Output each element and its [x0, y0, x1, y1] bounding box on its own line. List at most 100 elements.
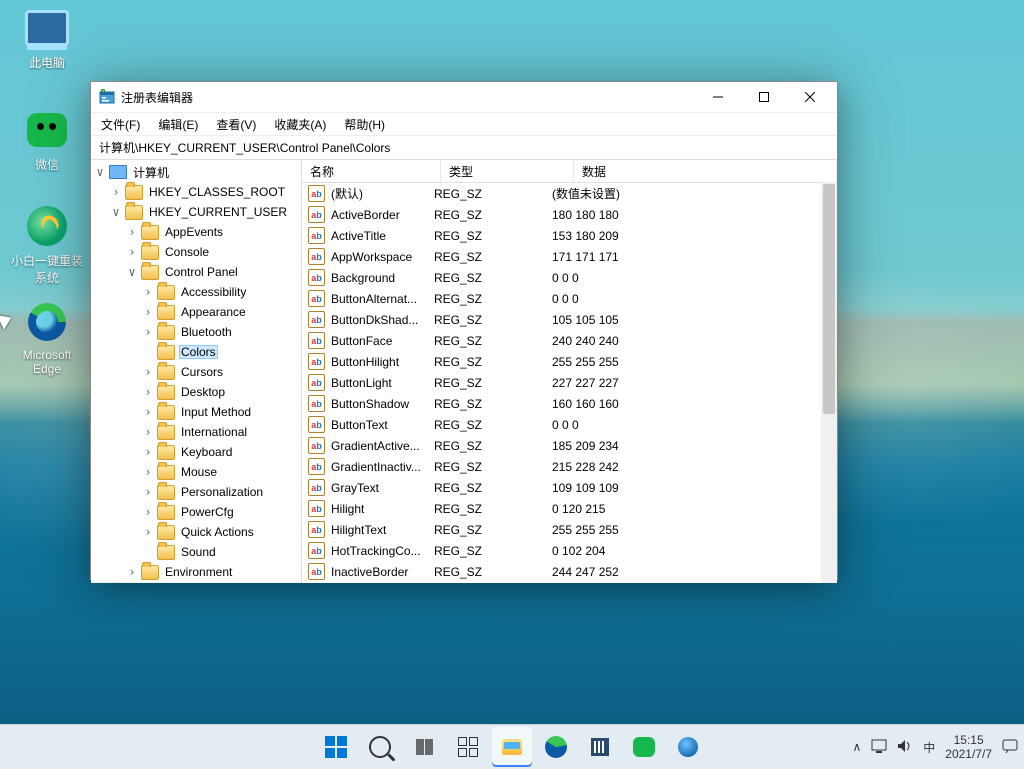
list-row[interactable]: abButtonDkShad...REG_SZ105 105 105	[302, 309, 837, 330]
tree-item[interactable]: ›Mouse	[91, 462, 301, 482]
desktop-icon-wechat[interactable]: 微信	[10, 108, 84, 173]
list-row[interactable]: abAppWorkspaceREG_SZ171 171 171	[302, 246, 837, 267]
tree-item[interactable]: ›Personalization	[91, 482, 301, 502]
titlebar[interactable]: 注册表编辑器	[91, 82, 837, 113]
expand-icon[interactable]: ›	[125, 565, 139, 579]
list-row[interactable]: abBackgroundREG_SZ0 0 0	[302, 267, 837, 288]
wechat-button[interactable]	[624, 727, 664, 767]
tree-item[interactable]: ›Console	[91, 242, 301, 262]
list-row[interactable]: abGradientInactiv...REG_SZ215 228 242	[302, 456, 837, 477]
col-type[interactable]: 类型	[441, 160, 574, 182]
expand-icon[interactable]: ›	[125, 245, 139, 259]
tree-item[interactable]: ›Desktop	[91, 382, 301, 402]
expand-icon[interactable]: ›	[141, 525, 155, 539]
list-vscrollbar[interactable]	[821, 182, 837, 583]
tree-pane[interactable]: ∨ 计算机 › HKEY_CLASSES_ROOT ∨ HKEY_CURRENT…	[91, 160, 302, 583]
list-row[interactable]: abGrayTextREG_SZ109 109 109	[302, 477, 837, 498]
list-row[interactable]: ab(默认)REG_SZ(数值未设置)	[302, 183, 837, 204]
expand-icon[interactable]: ›	[141, 425, 155, 439]
menu-file[interactable]: 文件(F)	[101, 116, 140, 133]
col-name[interactable]: 名称	[302, 160, 441, 182]
collapse-icon[interactable]: ∨	[109, 205, 123, 219]
list-row[interactable]: abButtonFaceREG_SZ240 240 240	[302, 330, 837, 351]
tray-notifications-icon[interactable]	[1002, 739, 1018, 756]
tree-item[interactable]: Colors	[91, 342, 301, 362]
menu-edit[interactable]: 编辑(E)	[158, 116, 198, 133]
tree-item[interactable]: ›Quick Actions	[91, 522, 301, 542]
desktop-icon-edge[interactable]: Microsoft Edge	[10, 300, 84, 376]
tree-item[interactable]: ›AppEvents	[91, 222, 301, 242]
close-button[interactable]	[787, 82, 833, 112]
desktop-icon-reinstall-tool[interactable]: 小白一键重装 系统	[10, 204, 84, 286]
tree-item[interactable]: ›PowerCfg	[91, 502, 301, 522]
explorer-button[interactable]	[492, 727, 532, 767]
expand-icon[interactable]: ›	[141, 405, 155, 419]
col-data[interactable]: 数据	[574, 160, 837, 182]
search-button[interactable]	[360, 727, 400, 767]
tree-hscrollbar[interactable]	[91, 582, 301, 583]
list-row[interactable]: abInactiveBorderREG_SZ244 247 252	[302, 561, 837, 582]
tree-item[interactable]: ›Environment	[91, 562, 301, 582]
list-row[interactable]: abButtonLightREG_SZ227 227 227	[302, 372, 837, 393]
menu-fav[interactable]: 收藏夹(A)	[274, 116, 326, 133]
tree-hkcu[interactable]: ∨ HKEY_CURRENT_USER	[91, 202, 301, 222]
tree-item[interactable]: ›Appearance	[91, 302, 301, 322]
list-row[interactable]: abGradientActive...REG_SZ185 209 234	[302, 435, 837, 456]
expand-icon[interactable]: ∨	[125, 265, 139, 279]
tree-root[interactable]: ∨ 计算机	[91, 162, 301, 182]
list-row[interactable]: abButtonShadowREG_SZ160 160 160	[302, 393, 837, 414]
list-row[interactable]: abButtonHilightREG_SZ255 255 255	[302, 351, 837, 372]
expand-icon[interactable]: ›	[141, 465, 155, 479]
expand-icon[interactable]: ›	[141, 385, 155, 399]
list-body[interactable]: ab(默认)REG_SZ(数值未设置)abActiveBorderREG_SZ1…	[302, 183, 837, 583]
tree-item[interactable]: ›Accessibility	[91, 282, 301, 302]
value-type: REG_SZ	[432, 292, 550, 306]
tree-item[interactable]: ›International	[91, 422, 301, 442]
list-row[interactable]: abActiveBorderREG_SZ180 180 180	[302, 204, 837, 225]
expand-icon[interactable]: ›	[109, 185, 123, 199]
tree-item[interactable]: ›Bluetooth	[91, 322, 301, 342]
expand-icon[interactable]: ›	[141, 365, 155, 379]
companion-button[interactable]	[668, 727, 708, 767]
tray-ime[interactable]: 中	[923, 739, 935, 756]
tray-cast-icon[interactable]	[871, 739, 887, 756]
tray-volume-icon[interactable]	[897, 739, 913, 756]
expand-icon[interactable]: ›	[125, 225, 139, 239]
list-row[interactable]: abButtonAlternat...REG_SZ0 0 0	[302, 288, 837, 309]
tray-chevron-icon[interactable]: ∧	[852, 740, 861, 754]
start-button[interactable]	[316, 727, 356, 767]
list-row[interactable]: abActiveTitleREG_SZ153 180 209	[302, 225, 837, 246]
maximize-button[interactable]	[741, 82, 787, 112]
list-row[interactable]: abHotTrackingCo...REG_SZ0 102 204	[302, 540, 837, 561]
expand-icon[interactable]: ›	[141, 505, 155, 519]
widgets-button[interactable]	[448, 727, 488, 767]
address-bar[interactable]: 计算机\HKEY_CURRENT_USER\Control Panel\Colo…	[91, 136, 837, 160]
tray-time: 15:15	[945, 733, 992, 747]
list-row[interactable]: abHilightREG_SZ0 120 215	[302, 498, 837, 519]
expand-icon[interactable]: ›	[141, 485, 155, 499]
list-row[interactable]: abHilightTextREG_SZ255 255 255	[302, 519, 837, 540]
tree-item[interactable]: ›Keyboard	[91, 442, 301, 462]
tree-hkcr[interactable]: › HKEY_CLASSES_ROOT	[91, 182, 301, 202]
store-button[interactable]	[580, 727, 620, 767]
menu-view[interactable]: 查看(V)	[216, 116, 256, 133]
tree-item[interactable]: ›Input Method	[91, 402, 301, 422]
tree-item[interactable]: ∨Control Panel	[91, 262, 301, 282]
tree-item[interactable]: ›Cursors	[91, 362, 301, 382]
desktop-icon-this-pc[interactable]: 此电脑	[10, 6, 84, 71]
taskview-button[interactable]	[404, 727, 444, 767]
menu-help[interactable]: 帮助(H)	[344, 116, 385, 133]
string-value-icon: ab	[308, 437, 325, 454]
list-header[interactable]: 名称 类型 数据	[302, 160, 837, 183]
system-tray[interactable]: ∧ 中 15:15 2021/7/7	[852, 733, 1018, 762]
collapse-icon[interactable]: ∨	[93, 165, 107, 179]
expand-icon[interactable]: ›	[141, 445, 155, 459]
expand-icon[interactable]: ›	[141, 325, 155, 339]
tree-item[interactable]: Sound	[91, 542, 301, 562]
tray-clock[interactable]: 15:15 2021/7/7	[945, 733, 992, 762]
edge-button[interactable]	[536, 727, 576, 767]
minimize-button[interactable]	[695, 82, 741, 112]
expand-icon[interactable]: ›	[141, 305, 155, 319]
list-row[interactable]: abButtonTextREG_SZ0 0 0	[302, 414, 837, 435]
expand-icon[interactable]: ›	[141, 285, 155, 299]
